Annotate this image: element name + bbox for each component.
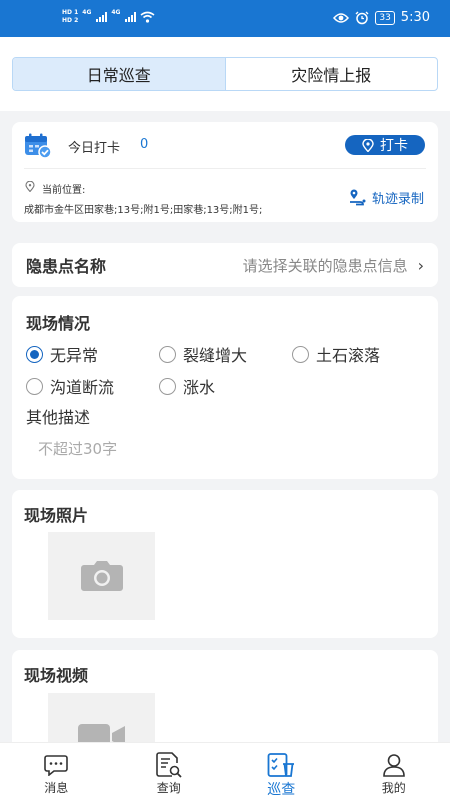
- profile-icon: [382, 751, 406, 779]
- radio-label: 沟道断流: [50, 378, 115, 397]
- checkin-button[interactable]: 打卡: [345, 135, 425, 155]
- status-bar-right: 33 5:30: [333, 10, 430, 25]
- site-photos-title: 现场照片: [24, 506, 89, 525]
- wifi-icon: [140, 11, 155, 23]
- site-videos-card: 现场视频: [12, 650, 438, 781]
- current-location-label: 当前位置:: [42, 185, 86, 196]
- radio-label: 无异常: [50, 346, 99, 365]
- sim2-label: HD 2: [62, 17, 79, 24]
- chevron-right-icon: ›: [417, 255, 424, 275]
- radio-water-rise[interactable]: 涨水: [159, 374, 215, 398]
- track-route-icon: [349, 189, 366, 205]
- other-description-title: 其他描述: [26, 408, 91, 427]
- tab-messages[interactable]: 消息: [0, 743, 113, 800]
- site-situation-title: 现场情况: [26, 314, 91, 333]
- segment-area: 日常巡查 灾险情上报: [0, 37, 450, 111]
- tab-query[interactable]: 查询: [113, 743, 226, 800]
- track-record-button[interactable]: 轨迹录制: [348, 188, 424, 207]
- status-bar-left: HD 1 HD 2 4G 4G: [62, 9, 155, 25]
- location-pin-icon: [25, 181, 35, 192]
- tab-label: 消息: [44, 781, 69, 795]
- tab-disaster-report[interactable]: 灾险情上报: [226, 58, 438, 90]
- radio-rockfall[interactable]: 土石滚落: [292, 342, 380, 366]
- radio-unchecked-icon: [26, 377, 43, 395]
- checkin-button-label: 打卡: [380, 138, 408, 154]
- hazard-point-title: 隐患点名称: [26, 257, 107, 276]
- radio-no-anomaly[interactable]: 无异常: [26, 342, 98, 366]
- divider: [24, 168, 426, 169]
- alarm-icon: [355, 11, 369, 24]
- site-situation-card: 现场情况 无异常 裂缝增大 土石滚落 沟道断流 涨水 其他描述 不超过30字: [12, 296, 438, 479]
- tab-label: 查询: [156, 781, 181, 795]
- network-type-1: 4G: [82, 9, 92, 16]
- current-address: 成都市金牛区田家巷;13号;附1号;田家巷;13号;附1号;: [24, 205, 263, 216]
- bottom-tab-bar: 消息 查询 巡查 我的: [0, 742, 450, 800]
- signal-icon: [96, 12, 108, 22]
- tab-label: 我的: [381, 781, 406, 795]
- sim1-label: HD 1: [62, 9, 79, 16]
- radio-channel-cutoff[interactable]: 沟道断流: [26, 374, 114, 398]
- radio-label: 裂缝增大: [183, 346, 248, 365]
- eye-icon: [333, 12, 350, 23]
- radio-unchecked-icon: [292, 345, 309, 363]
- site-photos-card: 现场照片: [12, 490, 438, 638]
- mode-segmented-control: 日常巡查 灾险情上报: [12, 57, 438, 91]
- tab-label: 巡查: [267, 782, 296, 798]
- battery-icon: 33: [375, 10, 395, 25]
- track-record-label: 轨迹录制: [371, 192, 424, 207]
- message-icon: [44, 751, 69, 779]
- location-pin-icon: [362, 138, 374, 152]
- other-description-input[interactable]: 不超过30字: [38, 438, 117, 459]
- radio-checked-icon: [26, 345, 43, 363]
- status-bar: HD 1 HD 2 4G 4G 33 5:30: [0, 0, 450, 37]
- today-checkin-label: 今日打卡: [68, 141, 121, 156]
- signal-icon: [125, 12, 137, 22]
- query-icon: [155, 751, 182, 779]
- today-checkin-count: 0: [140, 137, 149, 152]
- checkin-card: 今日打卡 0 打卡 当前位置: 成都市金牛区田家巷;13号;附1号;田家巷;13…: [12, 122, 438, 222]
- network-type-2: 4G: [111, 9, 121, 16]
- radio-unchecked-icon: [159, 345, 176, 363]
- tab-daily-inspection[interactable]: 日常巡查: [13, 58, 226, 90]
- add-photo-button[interactable]: [48, 532, 155, 620]
- inspection-icon: [267, 751, 295, 779]
- clock: 5:30: [400, 10, 430, 25]
- hazard-point-selector[interactable]: 隐患点名称 请选择关联的隐患点信息 ›: [12, 243, 438, 287]
- site-videos-title: 现场视频: [24, 666, 89, 685]
- radio-unchecked-icon: [159, 377, 176, 395]
- radio-label: 土石滚落: [316, 346, 381, 365]
- calendar-check-icon: [25, 133, 52, 159]
- tab-inspection[interactable]: 巡查: [225, 743, 338, 800]
- hazard-point-placeholder: 请选择关联的隐患点信息: [242, 256, 408, 275]
- camera-icon: [80, 561, 123, 591]
- radio-label: 涨水: [183, 378, 216, 397]
- tab-profile[interactable]: 我的: [338, 743, 450, 800]
- sim-indicator: HD 1 HD 2: [62, 9, 78, 25]
- radio-crack-enlarged[interactable]: 裂缝增大: [159, 342, 247, 366]
